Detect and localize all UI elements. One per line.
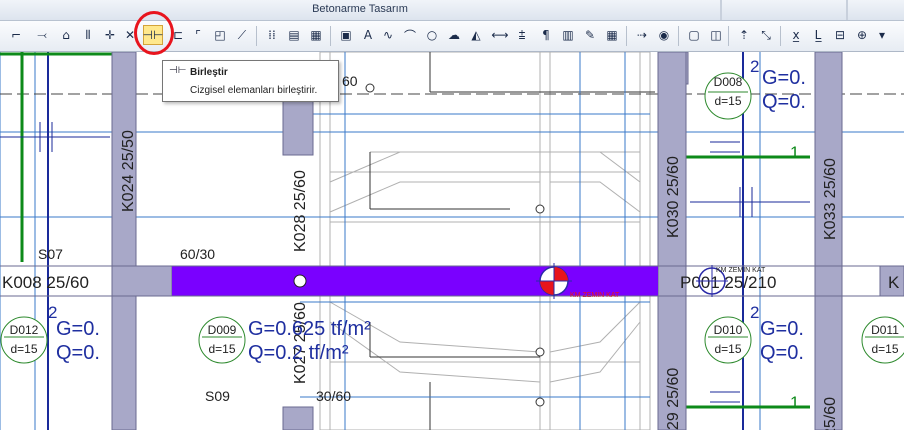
slab-thickness: d=15 (871, 342, 898, 356)
column-label-k024: K024 25/50 (120, 130, 137, 212)
load-g-top-right: G=0. (762, 67, 806, 89)
cross-snap-icon[interactable]: ✛ (100, 25, 120, 45)
slab-thickness: d=15 (714, 342, 741, 356)
load-q-top-right: Q=0. (762, 91, 806, 113)
slab-badge-d011[interactable]: D011 d=15 (861, 316, 904, 364)
label-6030: 60/30 (180, 246, 215, 262)
image-icon[interactable]: ▣ (336, 25, 356, 45)
merge-icon[interactable]: ⊣⊢ (143, 25, 163, 45)
beam-label-k: K (888, 273, 900, 292)
beam-label-k008: K008 25/60 (2, 273, 89, 292)
toolbar-divider (330, 26, 331, 46)
window-title: Betonarme Tasarım (312, 3, 408, 15)
line-tool-icon[interactable]: ⤙ (32, 25, 52, 45)
toolbar-divider (678, 26, 679, 46)
grid-dots-icon[interactable]: ⁞⁞ (262, 25, 282, 45)
grid-table-icon[interactable]: ▦ (306, 25, 326, 45)
column-label-k028: K028 25/60 (292, 170, 309, 252)
move-up-icon[interactable]: ⇡ (734, 25, 754, 45)
polyline-icon[interactable]: ⌐ (6, 25, 26, 45)
title-separator (720, 0, 722, 20)
column-label-k034: 25/60 (822, 397, 839, 430)
toolbar-more-icon[interactable]: ▾ (876, 25, 888, 45)
pen-icon[interactable]: ✎ (580, 25, 600, 45)
lz-icon[interactable]: L̲ (808, 25, 828, 45)
slab-id: D009 (208, 323, 237, 337)
toolbar-divider (728, 26, 729, 46)
slab-badge-d008[interactable]: D008 d=15 (704, 72, 752, 120)
rect-frame-icon[interactable]: ◰ (210, 25, 230, 45)
merge-icon: ⊣⊢ (169, 65, 187, 76)
column-label-29: 29 25/60 (665, 368, 682, 430)
label-two-mid: 2 (750, 303, 759, 322)
slab-id: D010 (714, 323, 743, 337)
load-q-left: Q=0. (56, 342, 100, 364)
slab-thickness: d=15 (714, 94, 741, 108)
leveling-icon[interactable]: ⩲ (512, 25, 532, 45)
toolbar-divider (780, 26, 781, 46)
tooltip: ⊣⊢ Birleştir Cizgisel elemanları birleşt… (162, 60, 339, 102)
extend-icon[interactable]: ⊏ (168, 25, 188, 45)
km-zemin-kat-red: KM ZEMİN KAT (570, 290, 620, 299)
drawing-canvas[interactable]: K024 25/50 K028 25/60 K030 25/60 K033 25… (0, 52, 904, 430)
load-g-center: G=0.625 tf/m² (248, 318, 371, 340)
slab-badge-d012[interactable]: D012 d=15 (0, 316, 48, 364)
km-zemin-kat: KM ZEMİN KAT (716, 265, 766, 274)
title-separator-2 (846, 0, 848, 20)
target-icon[interactable]: ⊕ (852, 25, 872, 45)
toolbar: ⌐ ⤙ ⌂ ⫴ ✛ ✕ ⊣⊢ ⊏ ⌜ ◰ ⟋ ⁞⁞ ▤ ▦ ▣ A ∿ ⌒ ○ … (0, 21, 904, 52)
slab-thickness: d=15 (10, 342, 37, 356)
load-q-center: Q=0.2 tf/m² (248, 342, 349, 364)
arc-icon[interactable]: ⌒ (400, 25, 420, 45)
tooltip-title: Birleştir (190, 67, 228, 78)
slab-id: D008 (714, 75, 743, 89)
tooltip-description: Cizgisel elemanları birleştirir. (190, 85, 318, 96)
dimension-icon[interactable]: ⟷ (490, 25, 510, 45)
label-3060: 30/60 (316, 388, 351, 404)
load-g-right: G=0. (760, 318, 804, 340)
chart-icon[interactable]: ▥ (558, 25, 578, 45)
title-strip: Betonarme Tasarım (0, 0, 904, 21)
cloud-icon[interactable]: ☁ (444, 25, 464, 45)
circle-icon[interactable]: ○ (422, 25, 442, 45)
spline-icon[interactable]: ∿ (378, 25, 398, 45)
arrow-level-icon[interactable]: ⇢ (632, 25, 652, 45)
load-q-right: Q=0. (760, 342, 804, 364)
slab-badge-d009[interactable]: D009 d=15 (198, 316, 246, 364)
label-s07: S07 (38, 246, 63, 262)
text-icon[interactable]: A (358, 25, 378, 45)
eye-icon[interactable]: ◉ (654, 25, 674, 45)
xyz-icon[interactable]: x̲ (786, 25, 806, 45)
calculator-icon[interactable]: ▤ (284, 25, 304, 45)
slab-id: D011 (871, 323, 899, 337)
label-one-top: 1 (790, 143, 799, 162)
column-label-k033: K033 25/60 (822, 158, 839, 240)
label-one-bottom: 1 (790, 393, 799, 412)
window-frame-icon[interactable]: ▢ (684, 25, 704, 45)
joint-node[interactable] (293, 274, 307, 288)
label-s09: S09 (205, 388, 230, 404)
wand-icon[interactable]: ⟋ (232, 25, 252, 45)
slab-id: D012 (10, 323, 39, 337)
diagonal-cross-icon[interactable]: ✕ (120, 25, 140, 45)
paragraph-icon[interactable]: ¶ (536, 25, 556, 45)
window-split-icon[interactable]: ◫ (706, 25, 726, 45)
roof-icon[interactable]: ⌂ (56, 25, 76, 45)
slab-thickness: d=15 (208, 342, 235, 356)
column-label-k030: K030 25/60 (665, 156, 682, 238)
toolbar-divider (626, 26, 627, 46)
label-60: 60 (342, 73, 358, 89)
hatch-icon[interactable]: ◭ (466, 25, 486, 45)
corner-icon[interactable]: ⌜ (188, 25, 208, 45)
label-two-top: 2 (750, 57, 759, 76)
load-g-left: G=0. (56, 318, 100, 340)
wall-mirror-icon[interactable]: ⫴ (78, 25, 98, 45)
toolbar-divider (256, 26, 257, 46)
section-icon[interactable]: ⊟ (830, 25, 850, 45)
table-icon[interactable]: ▦ (602, 25, 622, 45)
beam-label-p001: P001 25/210 (680, 273, 776, 292)
scale-icon[interactable]: ⤡ (756, 25, 776, 45)
slab-badge-d010[interactable]: D010 d=15 (704, 316, 752, 364)
